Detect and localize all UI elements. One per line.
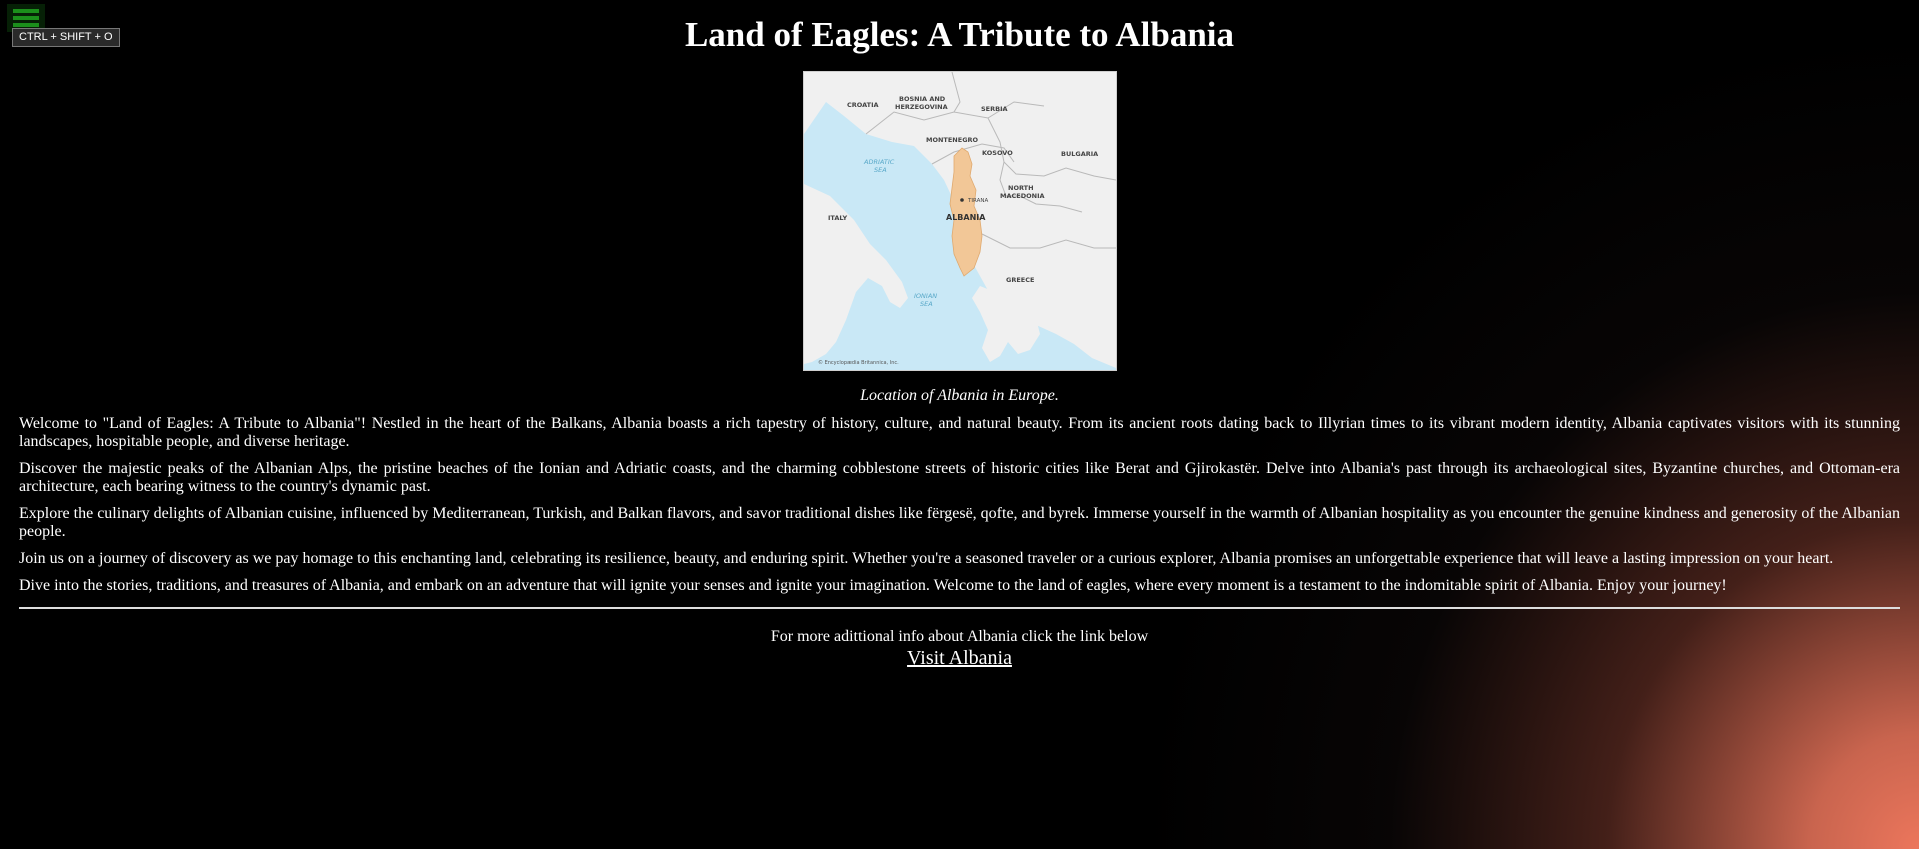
intro-paragraph: Welcome to "Land of Eagles: A Tribute to… [19,415,1900,450]
map-label-ionian-1: IONIAN [914,292,937,300]
map-label-montenegro: MONTENEGRO [926,136,979,144]
map-label-greece: GREECE [1006,276,1034,284]
map-label-north-macedonia-2: MACEDONIA [1000,192,1045,200]
map-label-adriatic-2: SEA [874,166,887,174]
main-content: Land of Eagles: A Tribute to Albania CRO… [0,0,1919,669]
page-title: Land of Eagles: A Tribute to Albania [684,15,1235,54]
intro-paragraph: Dive into the stories, traditions, and t… [19,577,1727,594]
intro-paragraph: Discover the majestic peaks of the Alban… [19,460,1900,495]
map-label-serbia: SERBIA [981,105,1008,113]
map-label-italy: ITALY [828,214,848,222]
map-label-tirana: TIRANA [967,198,988,204]
map-credit: © Encyclopædia Britannica, Inc. [818,359,899,366]
albania-location-map: CROATIA BOSNIA AND HERZEGOVINA SERBIA MO… [802,71,1117,371]
visit-albania-link[interactable]: Visit Albania [19,647,1900,669]
map-label-north-macedonia-1: NORTH [1008,184,1034,192]
map-label-croatia: CROATIA [847,101,879,109]
map-figure: CROATIA BOSNIA AND HERZEGOVINA SERBIA MO… [19,71,1900,406]
intro-paragraph: Explore the culinary delights of Albania… [19,505,1900,540]
more-info-text: For more adittional info about Albania c… [770,628,1149,645]
map-caption: Location of Albania in Europe. [860,387,1059,404]
intro-paragraph: Join us on a journey of discovery as we … [19,550,1834,567]
map-label-adriatic-1: ADRIATIC [863,158,895,166]
map-label-bulgaria: BULGARIA [1061,150,1098,158]
intro-section: Welcome to "Land of Eagles: A Tribute to… [19,415,1900,595]
map-label-albania: ALBANIA [946,213,986,222]
map-label-ionian-2: SEA [920,300,933,308]
map-label-bosnia-2: HERZEGOVINA [895,103,948,111]
map-label-kosovo: KOSOVO [982,149,1013,157]
section-divider [19,607,1900,609]
map-label-bosnia-1: BOSNIA AND [899,95,946,103]
